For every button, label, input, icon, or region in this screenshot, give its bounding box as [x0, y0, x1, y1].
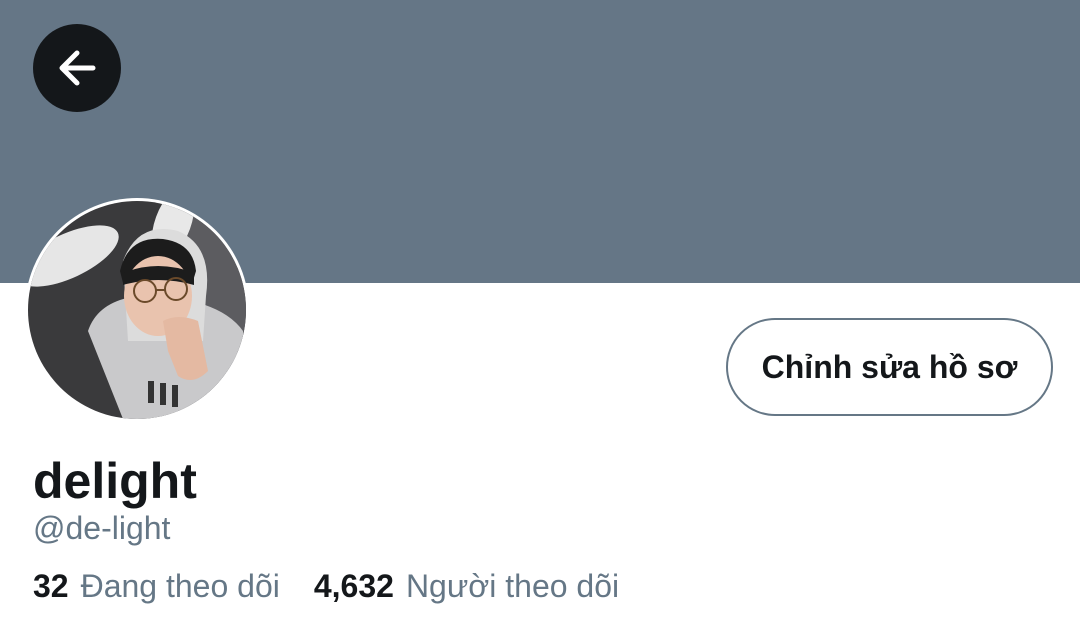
- follow-stats: 32 Đang theo dõi 4,632 Người theo dõi: [33, 566, 653, 606]
- followers-count: 4,632: [313, 568, 394, 604]
- user-handle: @de-light: [33, 510, 171, 546]
- avatar-frame: [25, 198, 249, 422]
- following-count: 32: [33, 568, 69, 604]
- followers-label: Người theo dõi: [405, 568, 620, 604]
- profile-page: Chỉnh sửa hồ sơ delight @de-light 32 Đan…: [0, 0, 1080, 632]
- edit-profile-button[interactable]: Chỉnh sửa hồ sơ: [726, 318, 1053, 416]
- followers-stat[interactable]: 4,632 Người theo dõi: [314, 566, 619, 606]
- back-button[interactable]: [33, 24, 121, 112]
- avatar[interactable]: [28, 201, 246, 419]
- display-name: delight: [33, 453, 197, 509]
- arrow-left-icon: [53, 44, 101, 92]
- following-stat[interactable]: 32 Đang theo dõi: [33, 566, 280, 606]
- following-label: Đang theo dõi: [80, 568, 280, 604]
- edit-profile-label: Chỉnh sửa hồ sơ: [761, 348, 1018, 385]
